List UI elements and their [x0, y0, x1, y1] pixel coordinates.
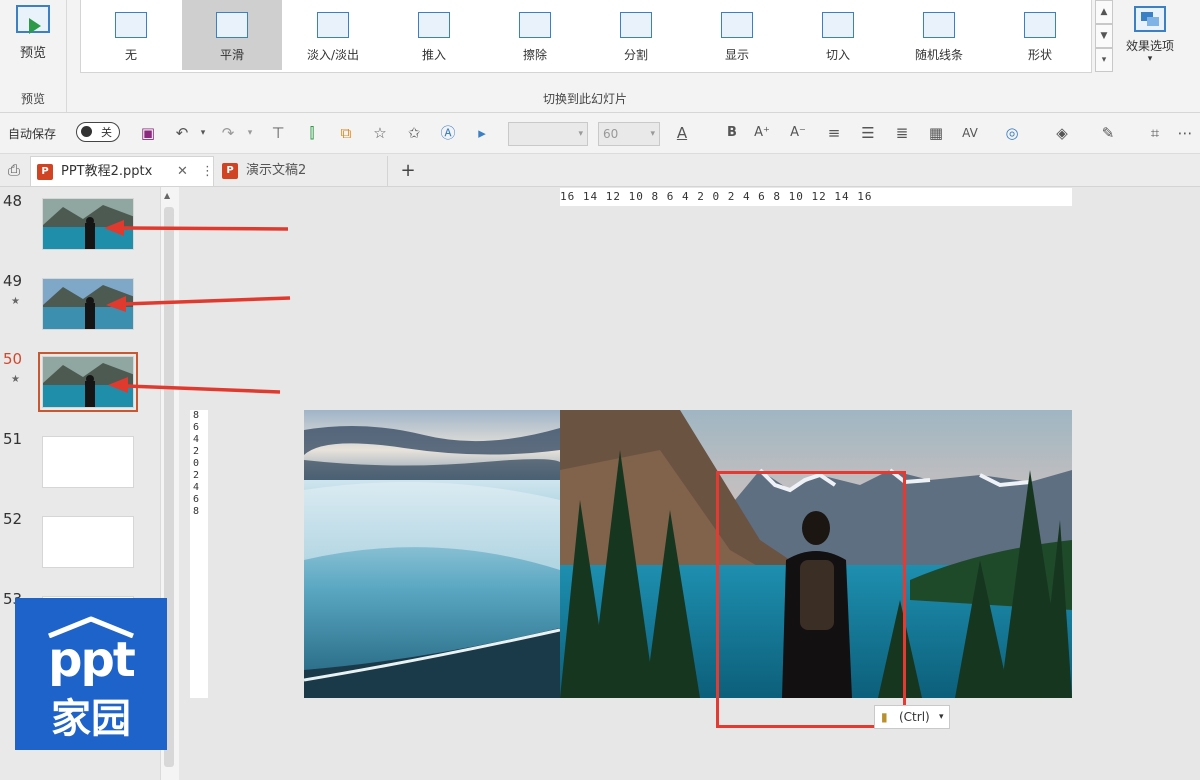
clipboard-icon: ▮ [881, 710, 888, 724]
selection-highlight-box [716, 471, 906, 728]
annotation-arrow [106, 296, 291, 312]
annotation-arrow [108, 377, 281, 394]
vertical-ruler-labels: 8 6 4 2 0 2 4 6 8 [193, 410, 200, 517]
paste-options-button[interactable]: ▮ (Ctrl) ▾ [874, 705, 950, 729]
paste-options-label: (Ctrl) [899, 710, 930, 724]
ppt-jiayuan-logo: ppt 家园 [15, 598, 167, 750]
chevron-down-icon: ▾ [939, 712, 944, 722]
logo-text-ppt: ppt [48, 632, 136, 688]
logo-text-jiayuan: 家园 [51, 696, 131, 742]
annotation-arrow [104, 220, 289, 236]
waterfall-photo[interactable] [304, 410, 560, 698]
slide-canvas[interactable] [304, 410, 1072, 698]
horizontal-ruler: 16 14 12 10 8 6 4 2 0 2 4 6 8 10 12 14 1… [560, 188, 1072, 206]
vertical-ruler: 8 6 4 2 0 2 4 6 8 [190, 410, 208, 698]
